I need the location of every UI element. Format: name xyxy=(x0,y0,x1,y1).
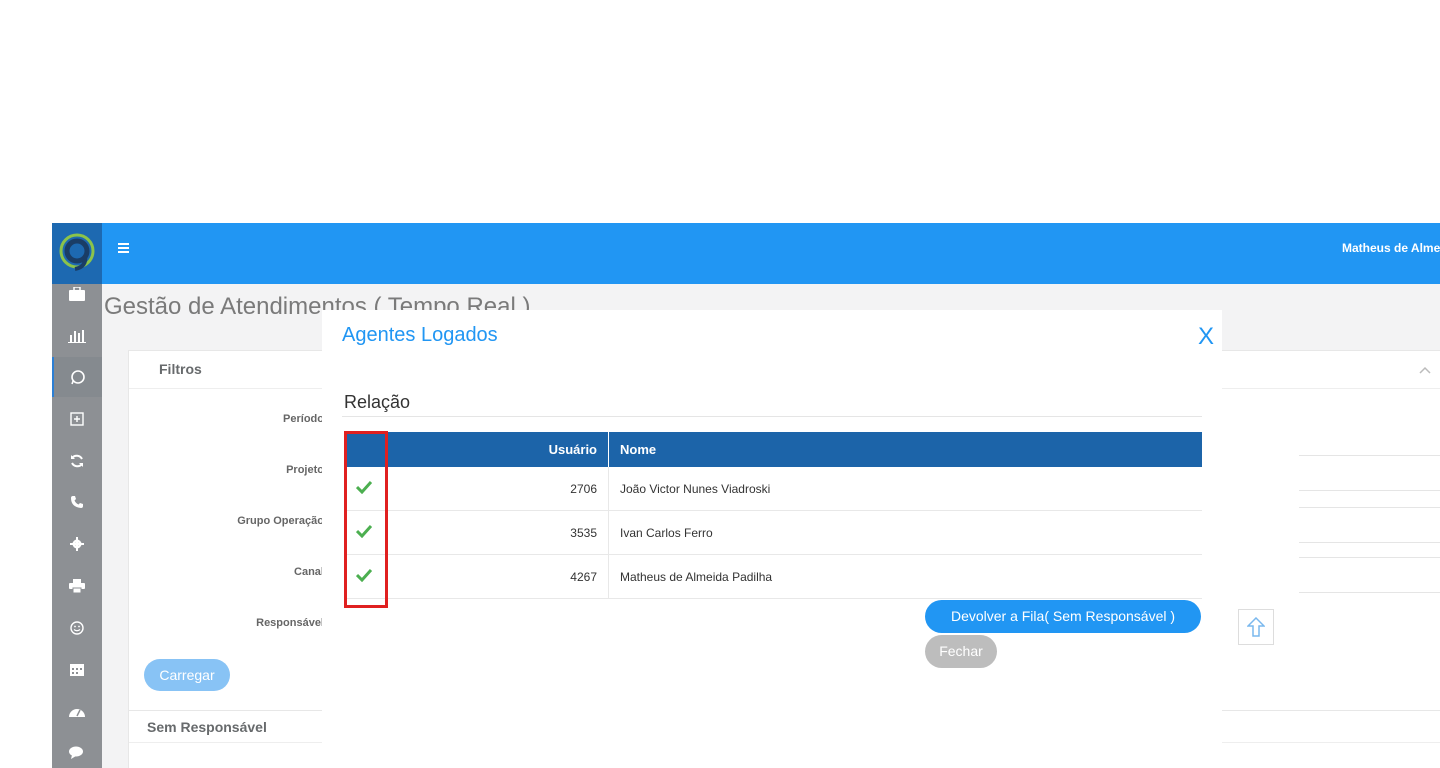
print-icon[interactable] xyxy=(52,566,102,606)
briefcase-icon[interactable] xyxy=(52,274,102,314)
name-cell: João Victor Nunes Viadroski xyxy=(608,467,1202,511)
filters-title: Filtros xyxy=(159,361,202,377)
table-row[interactable]: 2706 João Victor Nunes Viadroski xyxy=(344,467,1202,511)
phone-icon[interactable] xyxy=(52,482,102,522)
section-title: Relação xyxy=(344,392,411,412)
modal-title: Agentes Logados xyxy=(342,324,498,346)
filter-label-grupo-operacao: Grupo Operação xyxy=(237,515,324,527)
highlight-box xyxy=(344,431,388,608)
divider xyxy=(1299,507,1440,508)
table-header-row: Usuário Nome xyxy=(344,432,1202,467)
return-to-queue-button[interactable]: Devolver a Fila( Sem Responsável ) xyxy=(925,600,1201,633)
name-cell: Matheus de Almeida Padilha xyxy=(608,554,1202,599)
plus-square-icon[interactable] xyxy=(52,399,102,439)
unassigned-title: Sem Responsável xyxy=(147,719,267,735)
calendar-icon[interactable] xyxy=(52,649,102,689)
top-navbar: Matheus de Almeida Padilha xyxy=(102,223,1440,284)
chat-icon[interactable] xyxy=(52,733,102,768)
close-button[interactable]: Fechar xyxy=(925,635,997,668)
filter-label-projeto: Projeto xyxy=(286,464,324,476)
logged-agents-modal: Agentes Logados X Relação Usuário Nome 2… xyxy=(322,310,1222,768)
filter-label-periodo: Período xyxy=(283,413,324,425)
hamburger-menu-icon[interactable] xyxy=(118,240,129,258)
user-id-cell: 3535 xyxy=(376,510,609,555)
divider xyxy=(1299,490,1440,491)
name-cell: Ivan Carlos Ferro xyxy=(608,510,1202,555)
filter-label-canal: Canal xyxy=(294,566,324,578)
chevron-up-icon[interactable] xyxy=(1419,361,1431,379)
user-name[interactable]: Matheus de Almeida Padilha xyxy=(1342,241,1440,255)
user-id-cell: 4267 xyxy=(376,554,609,599)
divider xyxy=(1299,542,1440,543)
column-header-user[interactable]: Usuário xyxy=(376,432,609,467)
agents-table: Usuário Nome 2706 João Victor Nunes Viad… xyxy=(344,432,1202,599)
divider xyxy=(342,416,1202,417)
divider xyxy=(1299,557,1440,558)
table-row[interactable]: 3535 Ivan Carlos Ferro xyxy=(344,510,1202,555)
dashboard-icon[interactable] xyxy=(52,691,102,731)
refresh-icon[interactable] xyxy=(52,441,102,481)
close-icon[interactable]: X xyxy=(1198,323,1214,351)
whatsapp-icon[interactable] xyxy=(52,357,102,397)
table-row[interactable]: 4267 Matheus de Almeida Padilha xyxy=(344,554,1202,599)
load-button[interactable]: Carregar xyxy=(144,659,230,691)
upload-button[interactable] xyxy=(1238,609,1274,645)
column-header-name[interactable]: Nome xyxy=(608,432,1202,467)
gear-icon[interactable] xyxy=(52,524,102,564)
filter-label-responsavel: Responsável xyxy=(256,617,324,629)
divider xyxy=(1299,455,1440,456)
bar-chart-icon[interactable] xyxy=(52,316,102,356)
divider xyxy=(1299,592,1440,593)
sidebar xyxy=(52,223,102,768)
user-id-cell: 2706 xyxy=(376,467,609,511)
smile-icon[interactable] xyxy=(52,608,102,648)
